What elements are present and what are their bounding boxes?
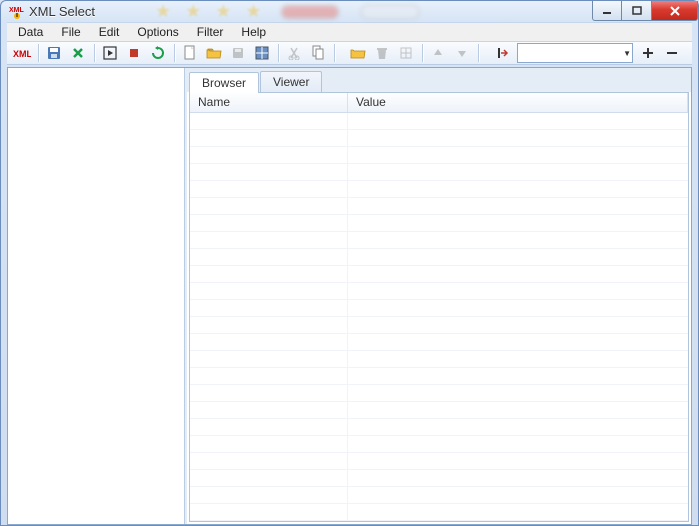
table-row[interactable] (190, 402, 688, 419)
table-icon[interactable] (251, 42, 273, 64)
run-icon[interactable] (99, 42, 121, 64)
xml-icon[interactable]: XML (11, 42, 33, 64)
table-row[interactable] (190, 317, 688, 334)
refresh-icon[interactable] (147, 42, 169, 64)
background-stars: ★★★★ (155, 1, 262, 22)
table-row[interactable] (190, 385, 688, 402)
close-button[interactable] (652, 1, 698, 21)
tabstrip: Browser Viewer (187, 68, 691, 92)
grid-body[interactable] (190, 113, 688, 521)
down-arrow-icon[interactable] (451, 42, 473, 64)
tab-viewer[interactable]: Viewer (260, 71, 322, 92)
maximize-button[interactable] (622, 1, 652, 21)
menubar: Data File Edit Options Filter Help (7, 22, 692, 42)
menu-filter[interactable]: Filter (188, 23, 233, 41)
save-icon[interactable] (43, 42, 65, 64)
trash-icon[interactable] (371, 42, 393, 64)
main-pane: Browser Viewer Name Value (185, 68, 691, 524)
table-row[interactable] (190, 334, 688, 351)
up-arrow-icon[interactable] (427, 42, 449, 64)
table-row[interactable] (190, 504, 688, 521)
table-row[interactable] (190, 436, 688, 453)
window-title: XML Select (29, 4, 95, 19)
menu-file[interactable]: File (52, 23, 89, 41)
table-row[interactable] (190, 487, 688, 504)
table-row[interactable] (190, 300, 688, 317)
grid-icon[interactable] (395, 42, 417, 64)
column-name[interactable]: Name (190, 93, 348, 112)
open2-icon[interactable] (347, 42, 369, 64)
toolbar: XML ▼ (7, 42, 692, 65)
tree-pane[interactable] (8, 68, 185, 524)
column-value[interactable]: Value (348, 93, 688, 112)
table-row[interactable] (190, 198, 688, 215)
minus-icon[interactable] (661, 42, 683, 64)
copy-icon[interactable] (307, 42, 329, 64)
table-row[interactable] (190, 249, 688, 266)
svg-text:XML: XML (9, 7, 25, 14)
table-row[interactable] (190, 164, 688, 181)
table-row[interactable] (190, 147, 688, 164)
menu-edit[interactable]: Edit (90, 23, 129, 41)
save-doc-icon[interactable] (227, 42, 249, 64)
table-row[interactable] (190, 113, 688, 130)
combo-dropdown-icon[interactable]: ▼ (623, 49, 631, 58)
app-icon: XML (9, 4, 25, 20)
insert-cursor-icon[interactable] (491, 42, 513, 64)
grid-header: Name Value (190, 93, 688, 113)
menu-options[interactable]: Options (128, 23, 187, 41)
toolbar-combo[interactable]: ▼ (517, 43, 633, 63)
titlebar: XML XML Select ★★★★ (1, 1, 698, 22)
table-row[interactable] (190, 368, 688, 385)
table-row[interactable] (190, 419, 688, 436)
new-doc-icon[interactable] (179, 42, 201, 64)
svg-text:XML: XML (13, 49, 31, 59)
menu-data[interactable]: Data (9, 23, 52, 41)
table-row[interactable] (190, 266, 688, 283)
toolbar-combo-input[interactable] (522, 46, 623, 60)
open-folder-icon[interactable] (203, 42, 225, 64)
table-row[interactable] (190, 215, 688, 232)
minimize-button[interactable] (592, 1, 622, 21)
table-row[interactable] (190, 232, 688, 249)
table-row[interactable] (190, 130, 688, 147)
menu-help[interactable]: Help (232, 23, 275, 41)
plus-icon[interactable] (637, 42, 659, 64)
table-row[interactable] (190, 181, 688, 198)
table-row[interactable] (190, 453, 688, 470)
tab-browser[interactable]: Browser (189, 72, 259, 93)
app-window: XML XML Select ★★★★ Data File Edit Optio… (0, 0, 699, 526)
cut-icon[interactable] (283, 42, 305, 64)
table-row[interactable] (190, 283, 688, 300)
browser-panel: Name Value (189, 92, 689, 522)
table-row[interactable] (190, 351, 688, 368)
window-controls (592, 1, 698, 21)
delete-icon[interactable] (67, 42, 89, 64)
stop-icon[interactable] (123, 42, 145, 64)
workarea: Browser Viewer Name Value (7, 67, 692, 525)
table-row[interactable] (190, 470, 688, 487)
background-badges (280, 4, 420, 20)
